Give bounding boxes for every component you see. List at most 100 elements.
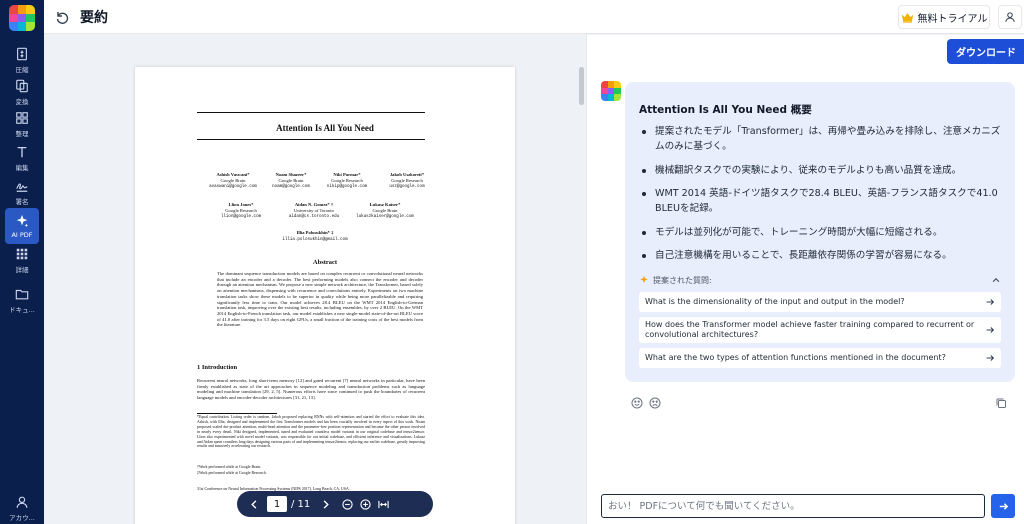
summary-title: Attention Is All You Need 概要 — [639, 104, 812, 116]
crown-icon — [901, 12, 913, 23]
chevron-up-icon — [992, 277, 1000, 283]
summary-item: 自己注意機構を用いることで、長距離依存関係の学習が容易になる。 — [639, 248, 1005, 263]
sidebar-item-label: 編集 — [15, 163, 29, 172]
footnote-text: *Equal contribution. Listing order is ra… — [197, 415, 425, 449]
top-header: 要約 無料トライアル — [44, 0, 1024, 34]
author-block: Illia Polosukhin* ‡ illia.polosukhin@gmai… — [282, 230, 348, 242]
paper-title: Attention Is All You Need — [276, 123, 374, 133]
next-page-button[interactable] — [316, 495, 334, 513]
convert-icon — [16, 79, 28, 92]
arrow-right-icon — [986, 355, 995, 361]
smile-icon — [631, 397, 643, 409]
copy-button[interactable] — [995, 394, 1007, 408]
abstract-text: The dominant sequence transduction model… — [217, 271, 423, 328]
page-total: / 11 — [291, 498, 311, 510]
profile-button[interactable] — [998, 5, 1022, 29]
user-icon — [1005, 12, 1015, 22]
sidebar-item-label: 圧縮 — [15, 65, 29, 74]
title-rule-top — [197, 112, 425, 113]
free-trial-label: 無料トライアル — [917, 13, 988, 25]
back-button[interactable] — [54, 9, 70, 25]
arrow-right-icon — [999, 502, 1008, 510]
ai-summary-panel: ダウンロード Attention Is All You Need 概要 提案され… — [586, 35, 1024, 524]
summary-message: Attention Is All You Need 概要 提案されたモデル「Tr… — [625, 82, 1015, 382]
text-edit-icon — [17, 146, 27, 157]
zoom-in-button[interactable] — [356, 495, 374, 513]
sidebar-item-label: 詳細 — [15, 265, 29, 274]
page-title: 要約 — [80, 10, 108, 26]
grid-dots-icon — [16, 248, 28, 259]
author-block: Jakob Uszkoreit* Google Research usz@googl… — [389, 172, 425, 190]
suggested-question[interactable]: What is the dimensionality of the input … — [639, 292, 1001, 312]
sidebar-item-convert[interactable]: 変換 — [0, 74, 44, 110]
sidebar-item-ai-pdf[interactable]: AI PDF — [5, 208, 39, 244]
sidebar-item-label: ドキュ... — [9, 305, 35, 314]
zoom-in-icon — [360, 498, 371, 510]
author-block: Llion Jones* Google Research llion@google.… — [220, 202, 262, 220]
author-block: Aidan N. Gomez* † University of Toronto ai… — [288, 202, 340, 220]
like-button[interactable] — [631, 394, 643, 409]
chevron-right-icon — [323, 499, 329, 509]
page-number-input[interactable] — [267, 496, 287, 512]
sidebar-item-label: 変換 — [15, 97, 29, 106]
send-button[interactable] — [991, 494, 1015, 518]
sidebar-item-label: 整理 — [15, 129, 29, 138]
suggested-question[interactable]: How does the Transformer model achieve f… — [639, 317, 1001, 343]
sidebar-item-account[interactable]: アカウ... — [0, 490, 44, 524]
sparkle-icon — [16, 214, 29, 227]
sidebar-item-organize[interactable]: 整理 — [0, 106, 44, 142]
sidebar-item-sign[interactable]: 署名 — [0, 174, 44, 210]
compress-icon — [17, 47, 27, 60]
title-rule-bottom — [197, 139, 425, 140]
pdf-page: Attention Is All You Need Ashish Vaswani… — [135, 67, 515, 524]
sidebar-item-edit[interactable]: 編集 — [0, 140, 44, 176]
footnote-text: †Work performed while at Google Brain. — [197, 465, 262, 469]
frown-icon — [649, 397, 661, 409]
chevron-left-icon — [250, 499, 256, 509]
chat-input[interactable] — [601, 494, 985, 518]
folder-icon — [15, 289, 29, 299]
prev-page-button[interactable] — [245, 495, 263, 513]
scrollbar-thumb[interactable] — [579, 67, 584, 105]
page-navigation: / 11 — [237, 491, 433, 517]
arrow-right-icon — [986, 327, 995, 333]
intro-text: Recurrent neural networks, long short-te… — [197, 378, 425, 401]
sidebar-item-more[interactable]: 詳細 — [0, 242, 44, 278]
zoom-out-icon — [342, 498, 353, 510]
section-title: 1 Introduction — [197, 364, 238, 371]
footnote-rule — [197, 413, 277, 414]
footnote-text: ‡Work performed while at Google Research… — [197, 471, 267, 475]
summary-item: モデルは並列化が可能で、トレーニング時間が大幅に短縮される。 — [639, 225, 1005, 240]
sidebar-item-label: 署名 — [15, 197, 29, 206]
summary-list: 提案されたモデル「Transformer」は、再帰や畳み込みを排除し、注意メカニ… — [639, 124, 1005, 272]
summary-item: 機械翻訳タスクでの実験により、従来のモデルよりも高い品質を達成。 — [639, 163, 1005, 178]
free-trial-button[interactable]: 無料トライアル — [898, 5, 990, 29]
sidebar-item-documents[interactable]: ドキュ... — [0, 282, 44, 318]
organize-icon — [16, 111, 28, 124]
fit-width-button[interactable] — [374, 495, 392, 513]
sidebar-item-label: アカウ... — [9, 513, 35, 522]
signature-icon — [16, 182, 28, 192]
author-block: Łukasz Kaiser* Google Brain lukaszkaiser@g… — [356, 202, 414, 220]
sidebar-item-compress[interactable]: 圧縮 — [0, 42, 44, 78]
arrow-right-icon — [986, 299, 995, 305]
summary-item: 提案されたモデル「Transformer」は、再帰や畳み込みを排除し、注意メカニ… — [639, 124, 1005, 154]
sidebar-item-label: AI PDF — [11, 230, 33, 239]
dislike-button[interactable] — [649, 394, 661, 409]
assistant-avatar — [601, 81, 621, 101]
download-button[interactable]: ダウンロード — [947, 39, 1024, 64]
pdf-viewer[interactable]: Attention Is All You Need Ashish Vaswani… — [44, 35, 586, 524]
user-icon — [16, 496, 28, 508]
app-logo-icon[interactable] — [9, 5, 35, 31]
undo-icon — [56, 12, 69, 24]
copy-icon — [996, 398, 1006, 408]
summary-item: WMT 2014 英語-ドイツ語タスクで28.4 BLEU、英語-フランス語タス… — [639, 186, 1005, 216]
suggested-questions-toggle[interactable]: 提案された質問: — [639, 273, 1001, 287]
abstract-title: Abstract — [312, 259, 338, 266]
suggested-questions-label: 提案された質問: — [653, 275, 712, 285]
zoom-out-button[interactable] — [338, 495, 356, 513]
sparkle-icon — [640, 275, 648, 284]
suggested-question[interactable]: What are the two types of attention func… — [639, 348, 1001, 368]
sidebar: 圧縮 変換 整理 編集 署名 AI PDF 詳細 ドキュ... アカウ... — [0, 0, 44, 524]
fit-width-icon — [378, 500, 389, 508]
